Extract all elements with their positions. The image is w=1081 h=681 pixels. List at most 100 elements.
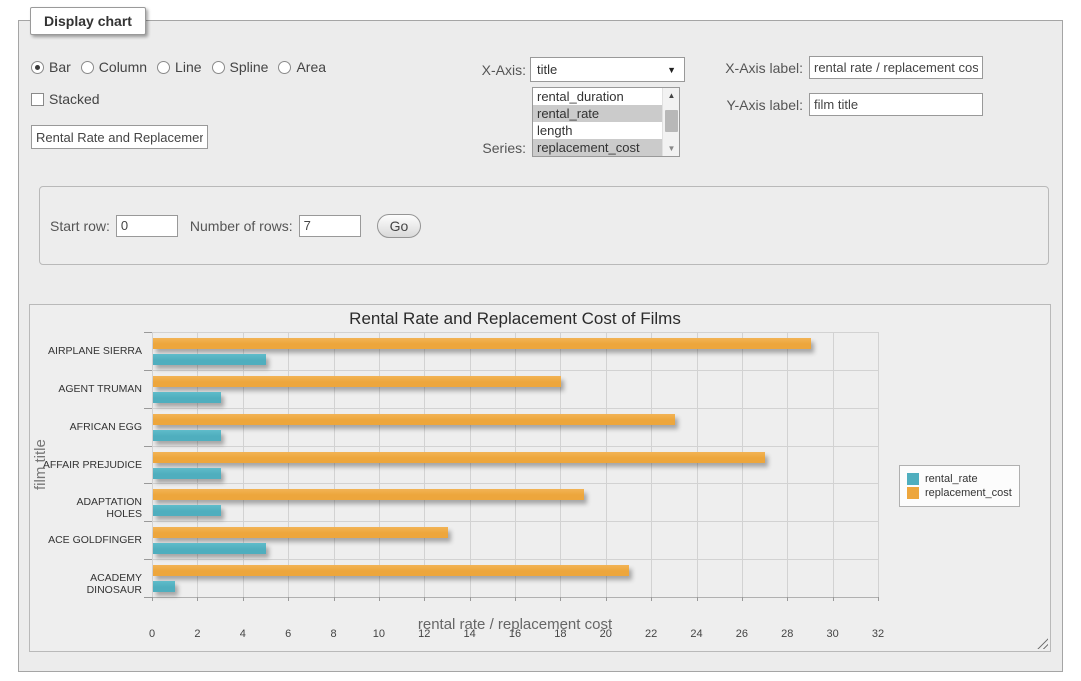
legend-swatch xyxy=(907,487,919,499)
scroll-down-icon[interactable]: ▼ xyxy=(663,141,680,156)
display-chart-panel: Display chart BarColumnLineSplineArea St… xyxy=(18,20,1063,672)
scrollbar-thumb[interactable] xyxy=(665,110,678,132)
num-rows-label: Number of rows: xyxy=(190,218,293,234)
chart-legend: rental_rate replacement_cost xyxy=(899,465,1020,507)
radio-label: Area xyxy=(296,59,326,75)
chart-type-radio-column[interactable]: Column xyxy=(81,59,147,75)
gridline-vertical xyxy=(243,332,244,597)
bar-rental_rate xyxy=(153,543,266,554)
x-tick xyxy=(288,597,289,601)
bar-replacement_cost xyxy=(153,489,584,500)
radio-icon[interactable] xyxy=(81,61,94,74)
y-tick xyxy=(144,408,152,409)
chart-type-radio-spline[interactable]: Spline xyxy=(212,59,269,75)
x-axis-label-input[interactable] xyxy=(809,56,983,79)
series-option-rental_duration[interactable]: rental_duration xyxy=(533,88,679,105)
series-option-replacement_cost[interactable]: replacement_cost xyxy=(533,139,679,156)
gridline-horizontal xyxy=(152,559,878,560)
x-tick xyxy=(424,597,425,601)
category-label: AGENT TRUMAN xyxy=(42,383,142,395)
listbox-scrollbar[interactable]: ▲ ▼ xyxy=(662,88,679,156)
y-tick xyxy=(144,370,152,371)
gridline-vertical xyxy=(288,332,289,597)
radio-icon[interactable] xyxy=(212,61,225,74)
bar-rental_rate xyxy=(153,468,221,479)
y-axis-label-input[interactable] xyxy=(809,93,983,116)
gridline-horizontal xyxy=(152,408,878,409)
series-option-length[interactable]: length xyxy=(533,122,679,139)
y-tick xyxy=(144,559,152,560)
x-tick xyxy=(742,597,743,601)
x-tick xyxy=(560,597,561,601)
chart-container: Rental Rate and Replacement Cost of Film… xyxy=(29,304,1051,652)
num-rows-input[interactable] xyxy=(299,215,361,237)
category-label: AFRICAN EGG xyxy=(42,421,142,433)
category-label: AIRPLANE SIERRA xyxy=(42,345,142,357)
stacked-checkbox[interactable] xyxy=(31,93,44,106)
x-tick xyxy=(243,597,244,601)
x-tick xyxy=(470,597,471,601)
gridline-horizontal xyxy=(152,483,878,484)
resize-handle-icon[interactable] xyxy=(1037,638,1048,649)
radio-label: Spline xyxy=(230,59,269,75)
series-select-label: Series: xyxy=(438,140,526,156)
chart-plot-area: 02468101214161820222426283032AIRPLANE SI… xyxy=(152,332,878,597)
start-row-input[interactable] xyxy=(116,215,178,237)
y-axis-label-label: Y-Axis label: xyxy=(719,97,803,113)
radio-icon[interactable] xyxy=(278,61,291,74)
gridline-vertical xyxy=(833,332,834,597)
gridline-vertical xyxy=(334,332,335,597)
x-tick xyxy=(697,597,698,601)
gridline-vertical xyxy=(560,332,561,597)
bar-replacement_cost xyxy=(153,338,811,349)
gridline-vertical xyxy=(742,332,743,597)
radio-label: Bar xyxy=(49,59,71,75)
x-tick xyxy=(787,597,788,601)
stacked-checkbox-row[interactable]: Stacked xyxy=(31,91,100,107)
y-tick xyxy=(144,483,152,484)
series-option-rental_rate[interactable]: rental_rate xyxy=(533,105,679,122)
category-label: ACE GOLDFINGER xyxy=(42,534,142,546)
x-tick xyxy=(197,597,198,601)
x-tick xyxy=(651,597,652,601)
scroll-up-icon[interactable]: ▲ xyxy=(663,88,680,103)
chart-type-radio-line[interactable]: Line xyxy=(157,59,201,75)
x-axis-title: rental rate / replacement cost xyxy=(152,616,878,633)
radio-icon[interactable] xyxy=(157,61,170,74)
bar-rental_rate xyxy=(153,581,175,592)
chart-type-radio-bar[interactable]: Bar xyxy=(31,59,71,75)
legend-item-rental_rate[interactable]: rental_rate xyxy=(907,473,1012,485)
bar-replacement_cost xyxy=(153,376,561,387)
radio-icon[interactable] xyxy=(31,61,44,74)
gridline-vertical xyxy=(470,332,471,597)
x-tick xyxy=(152,597,153,601)
x-tick xyxy=(379,597,380,601)
chart-title-input[interactable] xyxy=(31,125,208,149)
bar-replacement_cost xyxy=(153,565,629,576)
legend-item-replacement_cost[interactable]: replacement_cost xyxy=(907,487,1012,499)
chevron-down-icon: ▼ xyxy=(667,65,676,75)
chart-type-radio-area[interactable]: Area xyxy=(278,59,326,75)
go-button[interactable]: Go xyxy=(377,214,422,238)
gridline-horizontal xyxy=(152,332,878,333)
bar-rental_rate xyxy=(153,505,221,516)
gridline-horizontal xyxy=(152,370,878,371)
gridline-vertical xyxy=(197,332,198,597)
gridline-vertical xyxy=(152,332,153,597)
chart-title: Rental Rate and Replacement Cost of Film… xyxy=(152,309,878,329)
panel-title: Display chart xyxy=(30,7,146,35)
x-tick xyxy=(515,597,516,601)
series-multiselect[interactable]: rental_durationrental_ratelengthreplacem… xyxy=(532,87,680,157)
bar-replacement_cost xyxy=(153,527,448,538)
category-label: ACADEMY DINOSAUR xyxy=(42,572,142,596)
gridline-vertical xyxy=(651,332,652,597)
legend-swatch xyxy=(907,473,919,485)
y-tick xyxy=(144,521,152,522)
legend-label: replacement_cost xyxy=(925,487,1012,499)
bar-replacement_cost xyxy=(153,452,765,463)
gridline-horizontal xyxy=(152,521,878,522)
x-tick xyxy=(334,597,335,601)
x-axis-select[interactable]: title ▼ xyxy=(530,57,685,82)
x-axis-label-label: X-Axis label: xyxy=(719,60,803,76)
radio-label: Column xyxy=(99,59,147,75)
